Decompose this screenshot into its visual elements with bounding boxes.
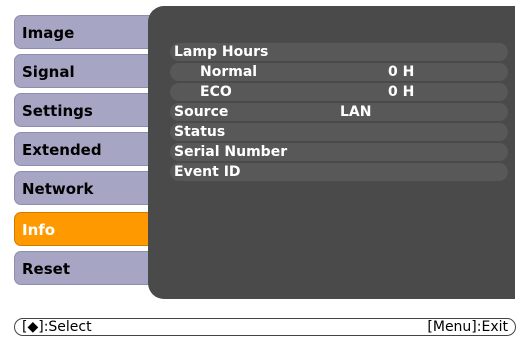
menu-item-label: Reset <box>22 260 70 278</box>
menu-item-label: Extended <box>22 141 102 159</box>
eco-label: ECO <box>200 84 232 100</box>
menu-item-label: Network <box>22 180 94 198</box>
select-hint: [◆]:Select <box>22 319 92 335</box>
event-id-label: Event ID <box>174 164 241 180</box>
lamp-hours-label: Lamp Hours <box>174 44 269 60</box>
exit-hint: [Menu]:Exit <box>427 319 508 335</box>
footer-hint-bar: [◆]:Select [Menu]:Exit <box>14 318 516 336</box>
menu-item-image[interactable]: Image <box>14 15 154 49</box>
menu-item-signal[interactable]: Signal <box>14 54 154 88</box>
menu-item-label: Signal <box>22 63 75 81</box>
eco-row: ECO 0 H <box>170 83 508 101</box>
serial-number-row: Serial Number <box>170 143 508 161</box>
eco-value: 0 H <box>388 84 415 100</box>
normal-row: Normal 0 H <box>170 63 508 81</box>
menu-item-info[interactable]: Info <box>14 212 156 246</box>
menu-item-network[interactable]: Network <box>14 171 154 205</box>
menu-item-extended[interactable]: Extended <box>14 132 154 166</box>
menu-item-label: Info <box>22 221 56 239</box>
normal-label: Normal <box>200 64 258 80</box>
menu-item-reset[interactable]: Reset <box>14 251 154 285</box>
source-label: Source <box>174 104 229 120</box>
menu-item-label: Settings <box>22 102 93 120</box>
serial-number-label: Serial Number <box>174 144 288 160</box>
menu-item-settings[interactable]: Settings <box>14 93 154 127</box>
source-row: Source LAN <box>170 103 508 121</box>
event-id-row: Event ID <box>170 163 508 181</box>
normal-value: 0 H <box>388 64 415 80</box>
source-value: LAN <box>340 104 372 120</box>
status-row: Status <box>170 123 508 141</box>
menu-item-label: Image <box>22 24 75 42</box>
status-label: Status <box>174 124 226 140</box>
lamp-hours-row: Lamp Hours <box>170 43 508 61</box>
